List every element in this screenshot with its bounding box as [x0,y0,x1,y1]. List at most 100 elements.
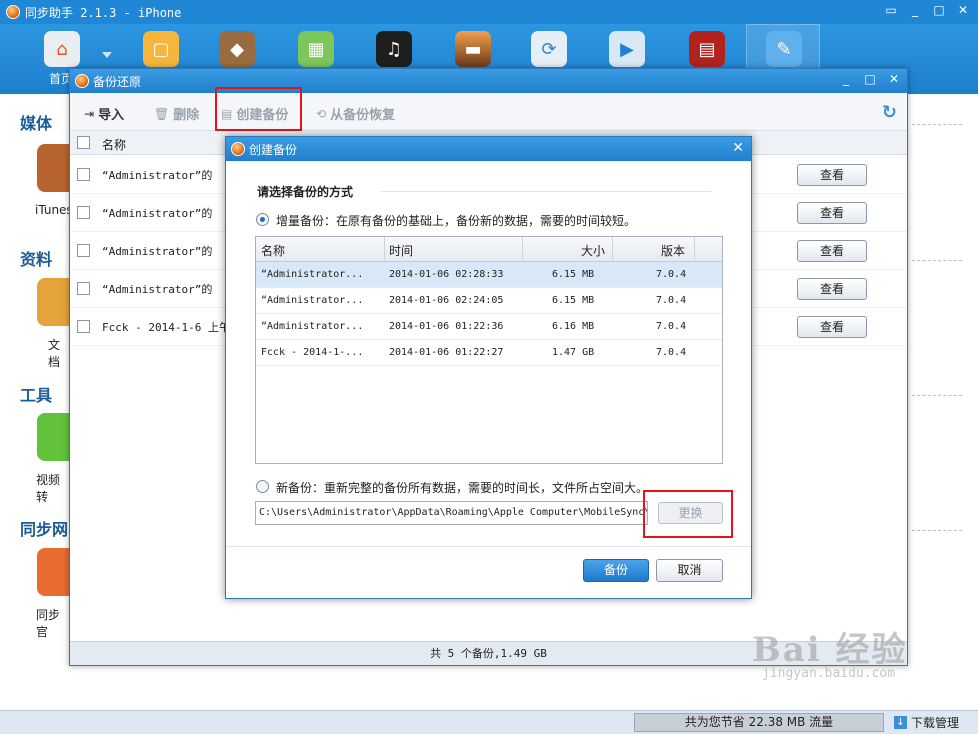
app-window-controls: ▭ _ □ ✕ [884,3,970,17]
backup-time: 2014-01-06 01:22:27 [389,347,504,358]
sidebar-item-site[interactable]: 同步官 [36,606,70,640]
table-row[interactable]: “Administrator... 2014-01-06 01:22:36 6.… [256,314,722,340]
download-manager-link[interactable]: ↓ 下载管理 [894,714,959,731]
import-button[interactable]: ⇥ 导入 [84,104,125,124]
sidebar-category-tools: 工具 [20,386,53,405]
new-backup-radio[interactable] [256,480,269,493]
pineapple-app-icon[interactable]: ◆ [219,31,255,67]
cancel-button[interactable]: 取消 [656,559,723,582]
backup-window-title: 备份还原 [93,75,142,89]
existing-backups-table: 名称 时间 大小 版本 “Administrator... 2014-01-06… [255,236,723,464]
sidebar-category-sync: 同步网 [20,520,69,539]
sidebar-item-itunes[interactable]: iTunes [35,203,73,217]
app-logo-icon [6,5,20,19]
minimize-icon[interactable]: _ [839,72,853,86]
backup-name: “Administrator”的 [102,169,213,182]
close-icon[interactable]: ✕ [887,72,901,86]
dialog-heading: 请选择备份的方式 [257,185,354,199]
minimize-icon[interactable]: _ [908,3,922,17]
annotation-highlight-change [643,490,733,538]
apps-grid-icon[interactable]: ▦ [298,31,334,67]
backup-name: Fcck - 2014-1-6 上午 [102,321,230,334]
sidebar-item-video[interactable]: 视频转 [36,471,70,505]
tools-icon[interactable]: ✎ [766,31,802,67]
row-checkbox[interactable] [77,168,90,181]
dialog-titlebar[interactable]: 创建备份 ✕ [226,137,751,161]
table-row[interactable]: “Administrator... 2014-01-06 02:24:05 6.… [256,288,722,314]
backup-version: 7.0.4 [656,321,687,332]
row-checkbox[interactable] [77,320,90,333]
backup-name: “Administrator”的 [102,283,213,296]
view-button[interactable]: 查看 [797,164,867,186]
view-button[interactable]: 查看 [797,316,867,338]
divider [912,530,962,531]
refresh-icon[interactable]: ↻ [882,102,897,123]
restore-backup-button[interactable]: ⟲ 从备份恢复 [316,104,396,124]
backup-button[interactable]: 备份 [583,559,649,582]
backup-version: 7.0.4 [656,295,687,306]
app-logo-icon [75,74,89,88]
backup-time: 2014-01-06 02:28:33 [389,269,504,280]
close-icon[interactable]: ✕ [956,3,970,17]
backup-version: 7.0.4 [656,269,687,280]
backup-time: 2014-01-06 01:22:36 [389,321,504,332]
sidebar-category-media: 媒体 [20,114,53,133]
backup-window-titlebar[interactable]: 备份还原 _ □ ✕ [70,69,907,93]
new-backup-label[interactable]: 新备份：重新完整的备份所有数据，需要的时间长，文件所占空间大。 [276,479,648,496]
video-icon[interactable]: ▶ [609,31,645,67]
maximize-icon[interactable]: □ [932,3,946,17]
row-checkbox[interactable] [77,282,90,295]
column-header-size[interactable]: 大小 [581,242,605,259]
table-row[interactable]: Fcck - 2014-1-... 2014-01-06 01:22:27 1.… [256,340,722,366]
column-separator [612,237,613,262]
message-icon[interactable]: ▭ [884,3,898,17]
view-button[interactable]: 查看 [797,240,867,262]
incremental-backup-label[interactable]: 增量备份：在原有备份的基础上，备份新的数据，需要的时间较短。 [276,212,636,229]
column-header-name[interactable]: 名称 [261,242,285,259]
backup-name: “Administrator”的 [102,207,213,220]
sidebar-item-docs[interactable]: 文档 [48,336,70,370]
book-icon[interactable]: ▤ [689,31,725,67]
sidebar-category-data: 资料 [20,250,53,269]
sync-icon[interactable]: ⟳ [531,31,567,67]
restore-backup-label: 从备份恢复 [330,108,396,123]
column-header-time[interactable]: 时间 [389,242,413,259]
view-button[interactable]: 查看 [797,278,867,300]
backup-path-field[interactable]: C:\Users\Administrator\AppData\Roaming\A… [255,501,648,525]
photos-icon[interactable]: ▬ [455,31,491,67]
traffic-savings: 共为您节省 22.38 MB 流量 [634,713,884,732]
backup-name: “Administrator... [261,295,364,306]
column-separator [384,237,385,262]
watermark: Bai 经验 jingyan.baidu.com [752,622,908,681]
restore-icon: ⟲ [316,106,327,121]
backup-name: “Administrator... [261,269,364,280]
backup-size: 6.15 MB [552,269,595,280]
home-icon[interactable]: ⌂ [44,31,80,67]
column-separator [694,237,695,262]
select-all-checkbox[interactable] [77,136,90,149]
column-header-name[interactable]: 名称 [102,136,126,153]
incremental-backup-radio[interactable] [256,213,269,226]
backup-name: Fcck - 2014-1-... [261,347,364,358]
row-checkbox[interactable] [77,244,90,257]
backup-toolbar: ⇥ 导入 🗑 删除 ▤ 创建备份 ⟲ 从备份恢复 ↻ [70,93,907,131]
import-icon: ⇥ [84,106,95,121]
annotation-highlight-create [215,87,302,131]
chevron-down-icon[interactable] [102,52,112,58]
app-titlebar: 同步助手 2.1.3 - iPhone ▭ _ □ ✕ [0,0,978,24]
shopping-bag-icon[interactable]: ▢ [143,31,179,67]
maximize-icon[interactable]: □ [863,72,877,86]
import-label: 导入 [98,108,125,123]
delete-button[interactable]: 🗑 删除 [154,104,199,124]
divider [912,260,962,261]
divider [226,546,751,547]
watermark-brand: Bai 经验 [752,630,908,670]
row-checkbox[interactable] [77,206,90,219]
status-bar: 共为您节省 22.38 MB 流量 ↓ 下载管理 [0,710,978,734]
dialog-title: 创建备份 [249,143,298,157]
table-row[interactable]: “Administrator... 2014-01-06 02:28:33 6.… [256,262,722,288]
column-header-version[interactable]: 版本 [661,242,685,259]
close-icon[interactable]: ✕ [732,140,744,156]
music-icon[interactable]: ♫ [376,31,412,67]
view-button[interactable]: 查看 [797,202,867,224]
